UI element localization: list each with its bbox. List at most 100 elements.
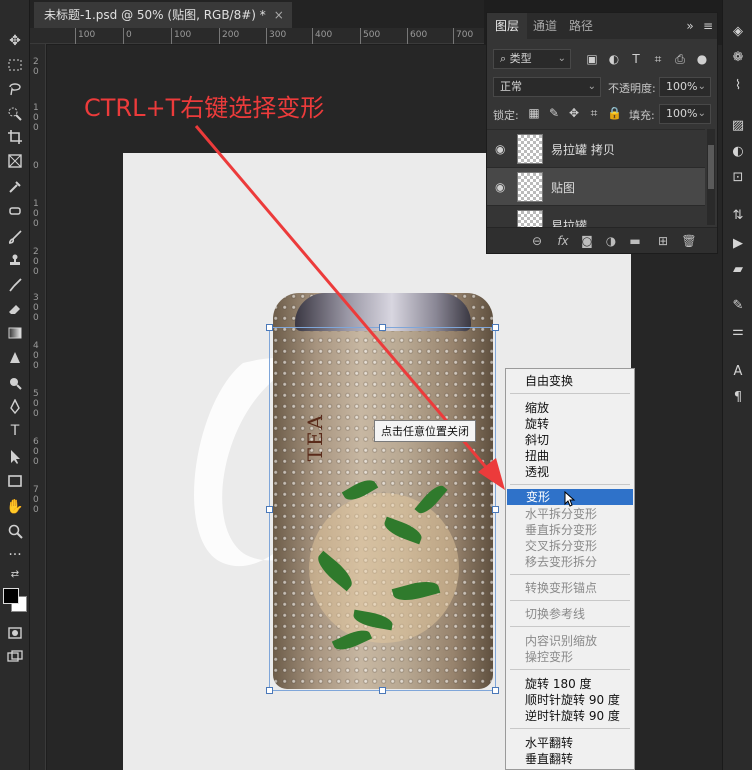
quick-select-tool-icon[interactable] [3,102,27,124]
eraser-tool-icon[interactable] [3,298,27,320]
screen-mode-icon[interactable] [3,646,27,668]
lock-all-icon[interactable]: 🔒 [607,106,622,120]
eye-icon[interactable]: ◉ [495,142,509,156]
menu-item-toggle-guides[interactable]: 切换参考线 [506,606,634,622]
healing-brush-tool-icon[interactable] [3,200,27,222]
layer-row[interactable]: 易拉罐 [487,205,705,227]
layer-row[interactable]: ◉ 易拉罐 拷贝 [487,129,705,167]
actions-play-icon[interactable]: ▶ [730,236,746,252]
hand-tool-icon[interactable]: ✋ [3,496,27,518]
eyedropper-tool-icon[interactable] [3,176,27,198]
lock-image-icon[interactable]: ✎ [547,106,561,120]
more-tools-icon[interactable]: ··· [3,544,27,566]
transform-handle-bottom-left[interactable] [266,687,273,694]
menu-item-scale[interactable]: 缩放 [506,400,634,416]
path-select-tool-icon[interactable] [3,446,27,468]
move-tool-icon[interactable]: ✥ [3,30,27,52]
clone-stamp-tool-icon[interactable] [3,250,27,272]
menu-item-rotate-180[interactable]: 旋转 180 度 [506,676,634,692]
blur-tool-icon[interactable] [3,348,27,370]
layers-scrollbar[interactable] [707,129,715,225]
brush-tool-icon[interactable] [3,226,27,248]
mask-icon[interactable]: ◙ [579,233,595,249]
collapse-panel-icon[interactable]: » [683,19,697,33]
swap-colors-icon[interactable]: ⇄ [3,566,27,582]
lock-position-icon[interactable]: ✥ [567,106,581,120]
menu-item-split-warp-crosswise[interactable]: 交叉拆分变形 [506,538,634,554]
opacity-input[interactable]: 100% ⌄ [659,77,711,97]
new-layer-icon[interactable]: ⊞ [655,233,671,249]
document-tab[interactable]: 未标题-1.psd @ 50% (贴图, RGB/8#) * × [34,2,292,28]
tab-paths[interactable]: 路径 [569,13,593,39]
history-panel-icon[interactable]: ⇅ [730,208,746,224]
blend-mode-dropdown[interactable]: 正常 ⌄ [493,77,601,97]
lasso-tool-icon[interactable] [3,78,27,100]
comments-panel-icon[interactable]: ▰ [730,262,746,278]
dodge-tool-icon[interactable] [3,372,27,394]
filter-pixel-icon[interactable]: ▣ [585,52,599,66]
menu-item-rotate[interactable]: 旋转 [506,416,634,432]
filter-type-icon[interactable]: T [629,52,643,66]
menu-item-perspective[interactable]: 透视 [506,464,634,480]
panel-menu-icon[interactable]: ≡ [701,19,715,33]
eye-icon[interactable]: ◉ [495,180,509,194]
menu-item-free-transform[interactable]: 自由变换 [506,373,634,389]
layer-row[interactable]: ◉ 贴图 [487,167,705,205]
type-tool-icon[interactable]: T [3,420,27,442]
character-panel-icon[interactable]: A [730,364,746,380]
transform-handle-right[interactable] [492,506,499,513]
transform-handle-left[interactable] [266,506,273,513]
pen-tool-icon[interactable] [3,396,27,418]
rectangle-tool-icon[interactable] [3,470,27,492]
menu-item-split-warp-horizontal[interactable]: 水平拆分变形 [506,506,634,522]
menu-item-rotate-90-ccw[interactable]: 逆时针旋转 90 度 [506,708,634,724]
paragraph-panel-icon[interactable]: ¶ [730,390,746,406]
menu-item-remove-warp-split[interactable]: 移去变形拆分 [506,554,634,570]
menu-item-split-warp-vertical[interactable]: 垂直拆分变形 [506,522,634,538]
menu-item-puppet-warp[interactable]: 操控变形 [506,649,634,665]
adjustment-icon[interactable]: ◑ [603,233,619,249]
transform-bounding-box[interactable] [266,324,499,694]
trash-icon[interactable]: 🗑 [681,233,697,249]
zoom-tool-icon[interactable] [3,520,27,542]
filter-adjustment-icon[interactable]: ◐ [607,52,621,66]
history-brush-tool-icon[interactable] [3,274,27,296]
menu-item-convert-warp-anchor[interactable]: 转换变形锚点 [506,580,634,596]
tool-presets-icon[interactable]: ⚌ [730,324,746,340]
transform-handle-bottom-right[interactable] [492,687,499,694]
foreground-color-swatch[interactable] [3,588,19,604]
tab-channels[interactable]: 通道 [533,13,557,39]
marquee-tool-icon[interactable] [3,54,27,76]
transform-handle-bottom[interactable] [379,687,386,694]
transform-handle-top[interactable] [379,324,386,331]
gradient-tool-icon[interactable] [3,322,27,344]
menu-item-flip-vertical[interactable]: 垂直翻转 [506,751,634,767]
quick-mask-icon[interactable] [3,622,27,644]
folder-icon[interactable]: ▬ [627,233,643,249]
scrollbar-thumb[interactable] [708,145,714,189]
fill-input[interactable]: 100% ⌄ [659,104,711,124]
filter-toggle-icon[interactable]: ● [695,52,709,66]
properties-panel-icon[interactable]: ⊡ [730,170,746,186]
menu-item-flip-horizontal[interactable]: 水平翻转 [506,735,634,751]
menu-item-distort[interactable]: 扭曲 [506,448,634,464]
paths-panel-icon[interactable]: ⌇ [730,78,746,94]
layer-filter-dropdown[interactable]: ⌕ 类型 ⌄ [493,49,571,69]
close-tab-icon[interactable]: × [274,2,284,28]
adjustments-panel-icon[interactable]: ◐ [730,144,746,160]
frame-tool-icon[interactable] [3,150,27,172]
filter-shape-icon[interactable]: ⌗ [651,52,665,66]
menu-item-rotate-90-cw[interactable]: 顺时针旋转 90 度 [506,692,634,708]
link-icon[interactable]: ⊖ [529,233,545,249]
tab-layers[interactable]: 图层 [487,13,528,39]
lock-artboard-icon[interactable]: ⌗ [587,106,601,120]
menu-item-content-aware-scale[interactable]: 内容识别缩放 [506,633,634,649]
layers-panel-icon[interactable]: ◈ [730,24,746,40]
filter-smart-object-icon[interactable]: ⎙ [673,52,687,66]
brush-settings-icon[interactable]: ✎ [730,298,746,314]
fx-icon[interactable]: fx [555,233,571,249]
transform-handle-top-right[interactable] [492,324,499,331]
transform-handle-top-left[interactable] [266,324,273,331]
channels-panel-icon[interactable]: ❁ [730,50,746,66]
crop-tool-icon[interactable] [3,126,27,148]
